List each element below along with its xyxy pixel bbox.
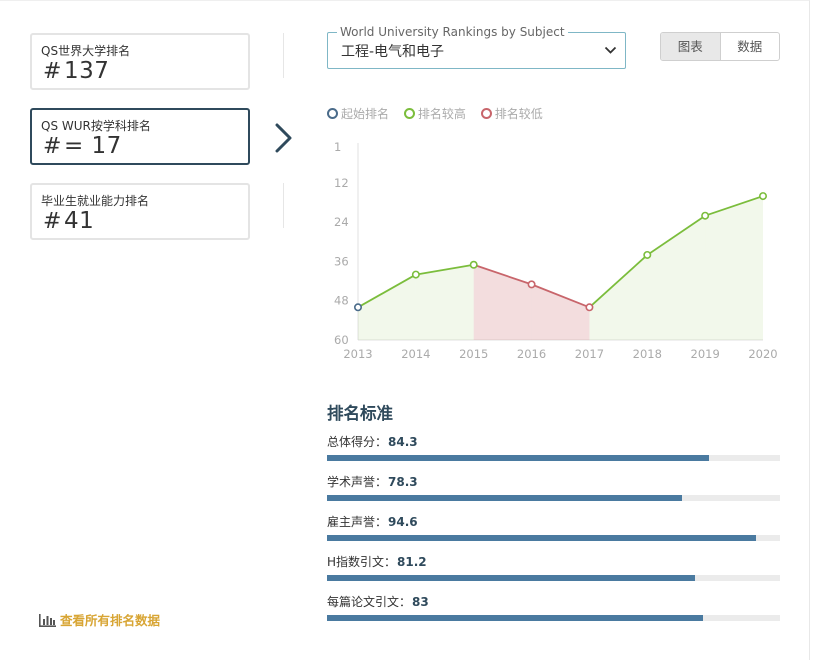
criteria-label: 学术声誉：78.3 (327, 475, 418, 489)
legend-item-start: 起始排名 (327, 107, 389, 121)
card-value: #41 (43, 208, 95, 234)
card-value: #137 (43, 58, 110, 84)
area-segment (473, 264, 532, 340)
score-bar-fill (327, 575, 695, 581)
x-tick-label: 2015 (459, 347, 488, 361)
view-all-rankings-link[interactable]: 查看所有排名数据 (39, 610, 160, 629)
area-segment (358, 274, 416, 340)
select-legend: World University Rankings by Subject (337, 25, 568, 39)
x-tick-label: 2019 (691, 347, 720, 361)
area-segment (589, 254, 648, 340)
x-tick-label: 2014 (401, 347, 430, 361)
card-label: QS WUR按学科排名 (41, 119, 151, 133)
divider (283, 183, 284, 228)
criteria-score: 94.6 (388, 515, 418, 529)
criteria-title: 排名标准 (327, 404, 393, 423)
data-point (527, 280, 536, 289)
card-label: QS世界大学排名 (41, 44, 131, 58)
criteria-score: 84.3 (388, 435, 418, 449)
criteria-row: 学术声誉：78.3 (327, 473, 780, 503)
criteria-score: 78.3 (388, 475, 418, 489)
criteria-label: H指数引文：81.2 (327, 555, 427, 569)
bar-chart-icon (39, 614, 56, 627)
ranking-history-chart: 1 12 24 36 48 60 2013 2014 2015 2016 2017 2018 2019… (334, 140, 778, 361)
select-value: 工程-电气和电子 (341, 44, 445, 60)
data-point (411, 270, 420, 279)
legend-item-lower: 排名较低 (480, 107, 543, 121)
y-tick-label: 60 (334, 333, 349, 347)
divider (283, 33, 284, 78)
data-point (353, 303, 362, 312)
chevron-down-icon (604, 46, 617, 54)
score-bar-track (327, 615, 780, 621)
score-bar-fill (327, 535, 756, 541)
score-bar-track (327, 495, 780, 501)
card-subject-ranking[interactable]: QS WUR按学科排名 #= 17 (30, 108, 250, 165)
legend-item-higher: 排名较高 (403, 107, 466, 121)
area-segment (705, 196, 763, 340)
score-bar-fill (327, 455, 709, 461)
x-axis: 2013 2014 2015 2016 2017 2018 2019 2020 (343, 347, 777, 361)
area-segment (415, 264, 474, 340)
criteria-row: 雇主声誉：94.6 (327, 513, 780, 543)
criteria-row: 每篇论文引文：83 (327, 593, 780, 623)
x-tick-label: 2020 (748, 347, 777, 361)
data-point (469, 260, 478, 269)
x-tick-label: 2017 (575, 347, 604, 361)
criteria-score: 81.2 (397, 555, 427, 569)
x-tick-label: 2013 (343, 347, 372, 361)
card-value: #= 17 (43, 133, 122, 159)
score-bar-fill (327, 615, 703, 621)
chart-legend: 起始排名 排名较高 排名较低 (327, 105, 554, 122)
score-bar-track (327, 575, 780, 581)
y-tick-label: 12 (334, 176, 349, 190)
criteria-label: 总体得分：84.3 (327, 435, 418, 449)
criteria-row: H指数引文：81.2 (327, 553, 780, 583)
data-point (701, 211, 710, 220)
card-world-ranking[interactable]: QS世界大学排名 #137 (30, 33, 250, 90)
x-tick-label: 2018 (633, 347, 662, 361)
criteria-score: 83 (412, 595, 429, 609)
score-bar-track (327, 455, 780, 461)
score-bar-track (327, 535, 780, 541)
y-tick-label: 1 (334, 140, 341, 154)
data-point (758, 192, 767, 201)
view-toggle[interactable]: 图表 数据 (660, 32, 780, 61)
card-label: 毕业生就业能力排名 (41, 194, 150, 208)
toggle-data-button[interactable]: 数据 (721, 33, 780, 60)
x-tick-label: 2016 (517, 347, 546, 361)
toggle-chart-button[interactable]: 图表 (661, 33, 721, 60)
criteria-label: 雇主声誉：94.6 (327, 515, 418, 529)
card-employability-ranking[interactable]: 毕业生就业能力排名 #41 (30, 183, 250, 240)
y-tick-label: 48 (334, 294, 349, 308)
criteria-label: 每篇论文引文：83 (327, 595, 429, 609)
area-segment (531, 284, 590, 340)
y-tick-label: 24 (334, 215, 349, 229)
criteria-row: 总体得分：84.3 (327, 433, 780, 463)
score-bar-fill (327, 495, 682, 501)
data-point (643, 250, 652, 259)
y-tick-label: 36 (334, 254, 349, 268)
subject-select[interactable]: World University Rankings by Subject 工程-… (327, 25, 626, 69)
chevron-right-icon (275, 123, 292, 153)
data-point (585, 303, 594, 312)
